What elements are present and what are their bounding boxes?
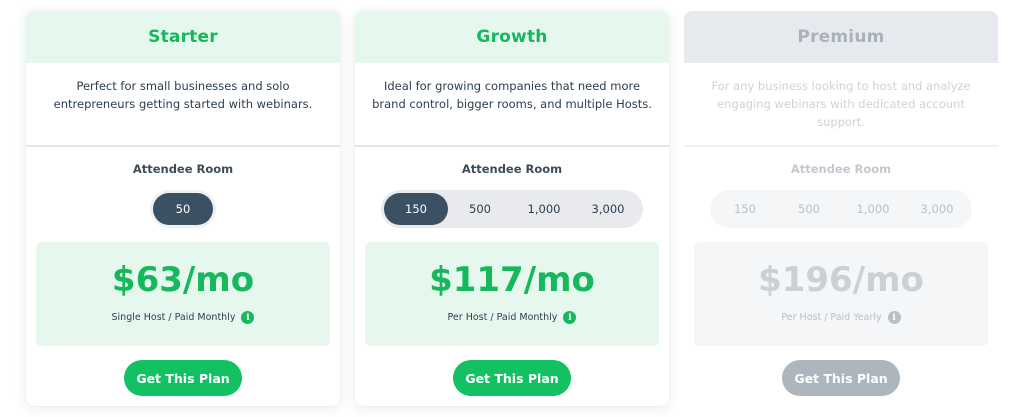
plan-card-starter: Starter Perfect for small businesses and… [26,11,340,406]
billing-info: Per Host / Paid Monthly i [365,311,659,324]
room-size-selector: 150 500 1,000 3,000 [710,190,972,228]
plan-description: Ideal for growing companies that need mo… [355,63,669,147]
room-option-3000[interactable]: 3,000 [905,193,969,225]
room-option-500[interactable]: 500 [777,193,841,225]
get-this-plan-button[interactable]: Get This Plan [453,360,571,396]
room-size-selector: 150 500 1,000 3,000 [381,190,643,228]
billing-info: Single Host / Paid Monthly i [36,311,330,324]
price: $117/mo [429,260,595,300]
price-box: $117/mo Per Host / Paid Monthly i [365,242,659,346]
billing-info: Per Host / Paid Yearly i [694,311,988,324]
attendee-room-label: Attendee Room [790,162,892,176]
price-box: $196/mo Per Host / Paid Yearly i [694,242,988,346]
get-this-plan-button[interactable]: Get This Plan [124,360,242,396]
room-option-500[interactable]: 500 [448,193,512,225]
plan-card-premium: Premium For any business looking to host… [684,11,998,406]
room-option-50[interactable]: 50 [153,193,213,225]
room-option-1000[interactable]: 1,000 [512,193,576,225]
plan-name: Premium [684,11,998,63]
plan-description: For any business looking to host and ana… [684,63,998,147]
price: $196/mo [758,260,924,300]
plan-name: Growth [355,11,669,63]
pricing-cards: Starter Perfect for small businesses and… [0,0,1024,417]
billing-label: Per Host / Paid Monthly [447,312,558,323]
room-option-3000[interactable]: 3,000 [576,193,640,225]
room-option-150[interactable]: 150 [384,193,448,225]
get-this-plan-button[interactable]: Get This Plan [782,360,900,396]
billing-label: Per Host / Paid Yearly [781,312,882,323]
room-option-150[interactable]: 150 [713,193,777,225]
room-size-selector: 50 [150,190,216,228]
plan-description: Perfect for small businesses and solo en… [26,63,340,147]
attendee-room-label: Attendee Room [461,162,563,176]
info-icon[interactable]: i [241,311,255,324]
plan-name: Starter [26,11,340,63]
info-icon[interactable]: i [887,311,901,324]
info-icon[interactable]: i [563,311,577,324]
attendee-room-label: Attendee Room [132,162,234,176]
plan-card-growth: Growth Ideal for growing companies that … [355,11,669,406]
price: $63/mo [111,260,255,300]
price-box: $63/mo Single Host / Paid Monthly i [36,242,330,346]
billing-label: Single Host / Paid Monthly [111,312,236,323]
room-option-1000[interactable]: 1,000 [841,193,905,225]
